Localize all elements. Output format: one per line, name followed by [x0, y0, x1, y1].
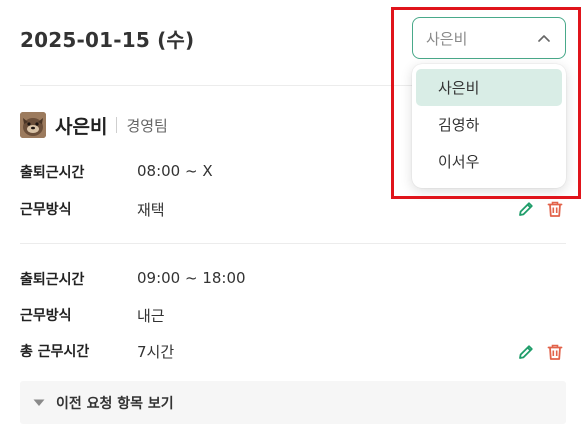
- avatar: [20, 112, 46, 138]
- total-hours-value: 7시간: [137, 343, 175, 361]
- work-type-label: 근무방식: [20, 308, 72, 324]
- record-divider: [20, 243, 566, 244]
- previous-requests-toggle[interactable]: 이전 요청 항목 보기: [20, 381, 566, 424]
- trash-icon[interactable]: [544, 198, 566, 220]
- dropdown-option[interactable]: 이서우: [416, 143, 562, 180]
- chevron-up-icon: [537, 31, 551, 45]
- attendance-label: 출퇴근시간: [20, 165, 85, 181]
- trash-icon[interactable]: [544, 341, 566, 363]
- pencil-icon[interactable]: [515, 198, 537, 220]
- caret-down-icon: [32, 396, 46, 410]
- name-team-separator: [116, 117, 118, 133]
- user-name: 사은비: [55, 115, 108, 138]
- employee-select-value: 사은비: [426, 29, 468, 48]
- attendance-label: 출퇴근시간: [20, 272, 85, 288]
- work-type-value: 재택: [137, 201, 165, 219]
- work-type-label: 근무방식: [20, 202, 72, 218]
- dropdown-option[interactable]: 사은비: [416, 69, 562, 106]
- previous-requests-label: 이전 요청 항목 보기: [56, 395, 174, 412]
- attendance-value: 09:00 ~ 18:00: [137, 269, 246, 287]
- total-hours-label: 총 근무시간: [20, 344, 90, 360]
- user-header: 사은비 경영팀: [20, 112, 168, 138]
- dropdown-option[interactable]: 김영하: [416, 106, 562, 143]
- date-title: 2025-01-15 (수): [20, 28, 195, 52]
- attendance-value: 08:00 ~ X: [137, 162, 213, 180]
- attendance-detail-panel: 2025-01-15 (수) 사은비 사은비 경영팀 출퇴근시간 08:00 ~…: [0, 0, 585, 441]
- user-team: 경영팀: [126, 116, 168, 135]
- pencil-icon[interactable]: [515, 341, 537, 363]
- employee-select[interactable]: 사은비: [412, 17, 566, 59]
- employee-dropdown-menu: 사은비 김영하 이서우: [412, 64, 566, 188]
- work-type-value: 내근: [137, 307, 165, 325]
